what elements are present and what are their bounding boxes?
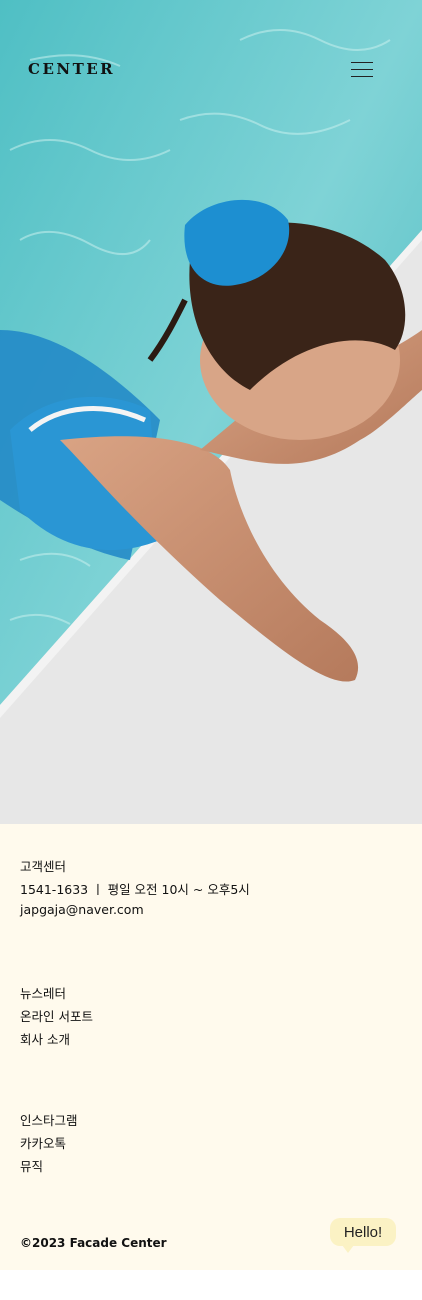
- link-about-company[interactable]: 회사 소개: [20, 1029, 70, 1048]
- customer-center-hours: 1541-1633 ㅣ 평일 오전 10시 ~ 오후5시: [20, 882, 250, 897]
- hello-chat-label: Hello!: [343, 1223, 383, 1241]
- link-instagram[interactable]: 인스타그램: [20, 1110, 78, 1129]
- pool-photo: [0, 0, 422, 824]
- site-logo[interactable]: CENTER: [28, 60, 115, 78]
- copyright: ©2023 Facade Center: [20, 1236, 167, 1250]
- customer-center-email[interactable]: japgaja@naver.com: [20, 902, 144, 917]
- link-kakaotalk[interactable]: 카카오톡: [20, 1133, 66, 1152]
- hero-image: CENTER: [0, 0, 422, 824]
- link-online-support[interactable]: 온라인 서포트: [20, 1006, 93, 1025]
- link-music[interactable]: 뮤직: [20, 1156, 43, 1175]
- site-footer: 고객센터 1541-1633 ㅣ 평일 오전 10시 ~ 오후5시 japgaj…: [0, 824, 422, 1270]
- link-newsletter[interactable]: 뉴스레터: [20, 983, 66, 1002]
- hello-chat-button[interactable]: Hello!: [330, 1218, 396, 1253]
- customer-center-title: 고객센터: [20, 859, 67, 874]
- hamburger-menu-icon[interactable]: [351, 62, 373, 78]
